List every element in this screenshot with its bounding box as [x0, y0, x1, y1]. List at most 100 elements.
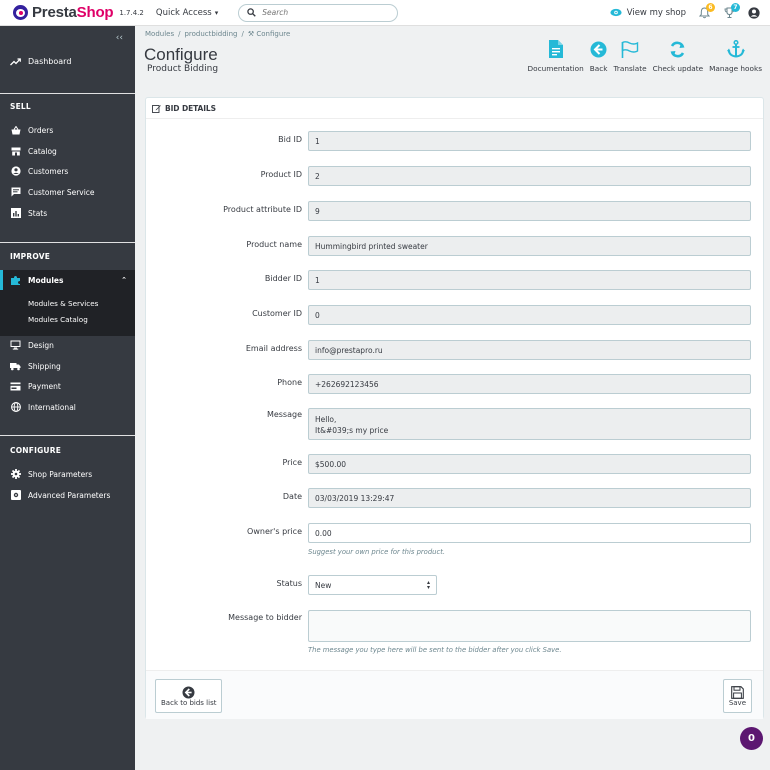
back-to-bids-label: Back to bids list — [161, 699, 217, 707]
page-toolbar: Documentation Back Translate Check updat… — [525, 38, 766, 73]
sidebar-item-customers[interactable]: Customers — [10, 164, 68, 178]
bidder-id-field[interactable]: 1 — [308, 270, 751, 290]
field-label: Owner's price — [247, 527, 302, 536]
check-update-button[interactable]: Check update — [650, 38, 706, 73]
field-label: Customer ID — [252, 309, 302, 318]
panel-title: BID DETAILS — [165, 103, 216, 113]
sidebar-separator — [0, 242, 135, 243]
settings-box-icon — [10, 490, 21, 500]
sidebar-item-orders[interactable]: Orders — [10, 123, 53, 137]
sidebar-item-advanced-parameters[interactable]: Advanced Parameters — [10, 488, 110, 502]
sidebar-item-label: Customer Service — [28, 187, 95, 197]
sidebar-item-label: Dashboard — [28, 57, 72, 66]
sidebar-item-design[interactable]: Design — [10, 338, 54, 352]
panel-footer: Back to bids list Save — [146, 670, 763, 719]
submenu-modules-catalog[interactable]: Modules Catalog — [28, 315, 88, 324]
breadcrumb-configure: ⚒ Configure — [248, 30, 290, 38]
product-attribute-id-field[interactable]: 9 — [308, 201, 751, 221]
status-selected-value: New — [315, 580, 332, 590]
field-label: Message — [266, 410, 302, 419]
sidebar-item-label: Advanced Parameters — [28, 490, 111, 500]
field-label: Bidder ID — [264, 274, 302, 283]
sidebar-item-shipping[interactable]: Shipping — [10, 359, 61, 373]
breadcrumb-separator: / — [241, 30, 244, 38]
save-label: Save — [728, 699, 746, 707]
chevron-up-icon: ⌃ — [121, 276, 127, 284]
sidebar-item-label: Payment — [28, 381, 61, 391]
search-input[interactable] — [262, 8, 383, 17]
product-name-field[interactable]: Hummingbird printed sweater — [308, 236, 751, 256]
sidebar-item-international[interactable]: International — [10, 400, 76, 414]
phone-field[interactable]: +262692123456 — [308, 374, 751, 394]
sidebar-item-label: Shop Parameters — [28, 469, 93, 479]
save-button[interactable]: Save — [722, 679, 752, 713]
collapse-sidebar-icon[interactable]: ‹‹ — [116, 33, 123, 43]
account-button[interactable] — [747, 6, 760, 19]
translate-button[interactable]: Translate — [610, 38, 649, 73]
status-select[interactable]: New ▴ ▾ — [308, 575, 437, 595]
orders-count-badge: 6 — [706, 2, 715, 12]
sidebar-item-dashboard[interactable]: Dashboard — [10, 57, 71, 66]
breadcrumb-productbidding[interactable]: productbidding — [184, 30, 237, 38]
chat-icon — [11, 187, 20, 197]
breadcrumb-modules[interactable]: Modules — [145, 30, 174, 38]
owners-price-input[interactable]: 0.00 — [308, 523, 751, 543]
submenu-modules-services[interactable]: Modules & Services — [28, 299, 98, 308]
field-label: Product name — [246, 240, 302, 249]
sidebar-item-catalog[interactable]: Catalog — [10, 144, 57, 158]
field-label: Price — [282, 458, 302, 467]
orders-notification-button[interactable]: 6 — [697, 2, 715, 20]
quick-access-dropdown[interactable]: Quick Access ▾ — [156, 8, 218, 18]
documentation-button[interactable]: Documentation — [525, 38, 587, 73]
arrow-left-circle-icon — [182, 686, 195, 698]
sidebar-item-stats[interactable]: Stats — [10, 206, 47, 220]
customer-id-field[interactable]: 0 — [308, 305, 751, 325]
sidebar-item-modules[interactable]: Modules ⌃ — [0, 270, 135, 290]
sidebar-separator — [0, 93, 135, 94]
bid-details-panel: BID DETAILS Bid ID 1 Product ID 2 Produc… — [145, 97, 764, 719]
email-field[interactable]: info@prestapro.ru — [308, 340, 751, 360]
truck-icon — [10, 362, 21, 370]
customers-notification-button[interactable]: 7 — [722, 2, 740, 20]
credit-card-icon — [10, 382, 21, 390]
globe-icon — [10, 402, 21, 412]
product-id-field[interactable]: 2 — [308, 166, 751, 186]
message-to-bidder-help: The message you type here will be sent t… — [308, 646, 562, 654]
check-update-label: Check update — [652, 64, 704, 73]
manage-hooks-button[interactable]: Manage hooks — [706, 38, 765, 73]
sidebar-item-label: Stats — [28, 208, 48, 218]
price-field[interactable]: $500.00 — [308, 454, 751, 474]
anchor-icon — [726, 40, 745, 58]
sidebar-item-shop-parameters[interactable]: Shop Parameters — [10, 467, 92, 481]
field-label: Bid ID — [278, 135, 302, 144]
puzzle-icon — [11, 275, 20, 285]
field-label: Product ID — [260, 170, 302, 179]
sidebar-item-customer-service[interactable]: Customer Service — [10, 185, 95, 199]
back-to-bids-list-button[interactable]: Back to bids list — [155, 679, 223, 713]
translate-label: Translate — [613, 64, 647, 73]
message-field[interactable]: Hello, It&#039;s my price — [308, 408, 751, 440]
help-notification-bubble[interactable]: 0 — [740, 727, 763, 750]
breadcrumb-configure-label: Configure — [256, 30, 291, 38]
sidebar-item-payment[interactable]: Payment — [10, 379, 61, 393]
field-label: Phone — [277, 378, 302, 387]
prestashop-logo[interactable]: PrestaShop — [13, 4, 114, 21]
section-title-configure: CONFIGURE — [10, 446, 62, 455]
documentation-label: Documentation — [527, 64, 584, 73]
search-box[interactable] — [238, 3, 399, 22]
page-subtitle: Product Bidding — [147, 64, 219, 74]
arrow-left-circle-icon — [590, 41, 607, 57]
search-icon — [247, 8, 256, 17]
view-my-shop-link[interactable]: View my shop — [610, 8, 686, 18]
quick-access-label: Quick Access — [155, 7, 212, 18]
document-icon — [548, 40, 563, 58]
field-label: Date — [282, 492, 302, 501]
basket-icon — [11, 125, 20, 134]
refresh-icon — [670, 41, 685, 57]
wrench-icon: ⚒ — [247, 30, 255, 38]
date-field[interactable]: 03/03/2019 13:29:47 — [308, 488, 751, 508]
back-button[interactable]: Back — [587, 38, 611, 73]
owners-price-help: Suggest your own price for this product. — [308, 548, 446, 556]
bid-id-field[interactable]: 1 — [308, 131, 751, 151]
message-to-bidder-textarea[interactable] — [308, 610, 751, 642]
